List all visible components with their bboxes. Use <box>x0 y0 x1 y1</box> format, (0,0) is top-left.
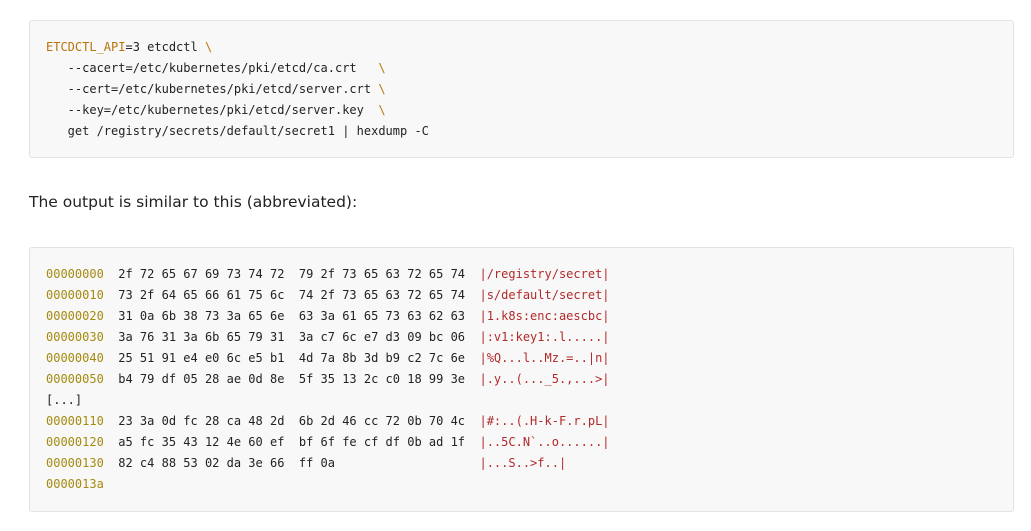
hexdump-bytes: 2f 72 65 67 69 73 74 72 79 2f 73 65 63 7… <box>103 267 480 281</box>
command-code-block: ETCDCTL_API=3 etcdctl \ --cacert=/etc/ku… <box>29 20 1014 158</box>
command-arg-cacert: --cacert=/etc/kubernetes/pki/etcd/ca.crt <box>46 61 379 75</box>
hexdump-ascii: |#:..(.H-k-F.r.pL| <box>479 414 610 428</box>
hexdump-row: 00000000 2f 72 65 67 69 73 74 72 79 2f 7… <box>46 264 610 285</box>
hexdump-ascii: |s/default/secret| <box>479 288 610 302</box>
env-variable-value: =3 etcdctl <box>125 40 205 54</box>
hexdump-final-offset-row: 0000013a <box>46 474 610 495</box>
hexdump-bytes: 31 0a 6b 38 73 3a 65 6e 63 3a 61 65 73 6… <box>103 309 480 323</box>
hexdump-address: 00000020 <box>46 309 104 323</box>
command-line-2: --cacert=/etc/kubernetes/pki/etcd/ca.crt… <box>46 58 429 79</box>
hexdump-ascii: |.y..(..._5.,...>| <box>479 372 610 386</box>
line-continuation: \ <box>204 40 213 54</box>
hexdump-ellipsis: [...] <box>46 393 83 407</box>
hexdump-address: 0000013a <box>46 477 104 491</box>
hexdump-row: 00000040 25 51 91 e4 e0 6c e5 b1 4d 7a 8… <box>46 348 610 369</box>
command-line-4: --key=/etc/kubernetes/pki/etcd/server.ke… <box>46 100 429 121</box>
output-description: The output is similar to this (abbreviat… <box>29 193 358 211</box>
hexdump-ascii: |:v1:key1:.l.....| <box>479 330 610 344</box>
hexdump-bytes: 23 3a 0d fc 28 ca 48 2d 6b 2d 46 cc 72 0… <box>103 414 480 428</box>
hexdump-address: 00000030 <box>46 330 104 344</box>
hexdump-row: 00000050 b4 79 df 05 28 ae 0d 8e 5f 35 1… <box>46 369 610 390</box>
command-arg-key: --key=/etc/kubernetes/pki/etcd/server.ke… <box>46 103 379 117</box>
hexdump-output: 00000000 2f 72 65 67 69 73 74 72 79 2f 7… <box>46 264 610 495</box>
hexdump-ellipsis-row: [...] <box>46 390 610 411</box>
command-code: ETCDCTL_API=3 etcdctl \ --cacert=/etc/ku… <box>46 37 429 142</box>
hexdump-row: 00000120 a5 fc 35 43 12 4e 60 ef bf 6f f… <box>46 432 610 453</box>
hexdump-address: 00000040 <box>46 351 104 365</box>
hexdump-address: 00000130 <box>46 456 104 470</box>
hexdump-bytes: b4 79 df 05 28 ae 0d 8e 5f 35 13 2c c0 1… <box>103 372 480 386</box>
hexdump-bytes: 82 c4 88 53 02 da 3e 66 ff 0a <box>103 456 480 470</box>
hexdump-bytes: 3a 76 31 3a 6b 65 79 31 3a c7 6c e7 d3 0… <box>103 330 480 344</box>
hexdump-bytes: 25 51 91 e4 e0 6c e5 b1 4d 7a 8b 3d b9 c… <box>103 351 480 365</box>
hexdump-row: 00000110 23 3a 0d fc 28 ca 48 2d 6b 2d 4… <box>46 411 610 432</box>
hexdump-ascii: |..5C.N`..o......| <box>479 435 610 449</box>
hexdump-ascii: |%Q...l..Mz.=..|n| <box>479 351 610 365</box>
hexdump-row: 00000010 73 2f 64 65 66 61 75 6c 74 2f 7… <box>46 285 610 306</box>
command-arg-cert: --cert=/etc/kubernetes/pki/etcd/server.c… <box>46 82 379 96</box>
hexdump-address: 00000050 <box>46 372 104 386</box>
env-variable: ETCDCTL_API <box>46 40 126 54</box>
hexdump-row: 00000130 82 c4 88 53 02 da 3e 66 ff 0a |… <box>46 453 610 474</box>
hexdump-bytes: a5 fc 35 43 12 4e 60 ef bf 6f fe cf df 0… <box>103 435 480 449</box>
line-continuation: \ <box>378 103 386 117</box>
command-line-5: get /registry/secrets/default/secret1 | … <box>46 121 429 142</box>
hexdump-ascii: |...S..>f..| <box>479 456 567 470</box>
hexdump-bytes: 73 2f 64 65 66 61 75 6c 74 2f 73 65 63 7… <box>103 288 480 302</box>
command-line-1: ETCDCTL_API=3 etcdctl \ <box>46 37 429 58</box>
hexdump-ascii: |1.k8s:enc:aescbc| <box>479 309 610 323</box>
hexdump-address: 00000120 <box>46 435 104 449</box>
line-continuation: \ <box>378 82 386 96</box>
hexdump-address: 00000000 <box>46 267 104 281</box>
output-code-block: 00000000 2f 72 65 67 69 73 74 72 79 2f 7… <box>29 247 1014 512</box>
line-continuation: \ <box>378 61 386 75</box>
command-line-3: --cert=/etc/kubernetes/pki/etcd/server.c… <box>46 79 429 100</box>
hexdump-address: 00000010 <box>46 288 104 302</box>
command-get: get /registry/secrets/default/secret1 | … <box>46 124 429 138</box>
hexdump-ascii: |/registry/secret| <box>479 267 610 281</box>
hexdump-row: 00000030 3a 76 31 3a 6b 65 79 31 3a c7 6… <box>46 327 610 348</box>
hexdump-row: 00000020 31 0a 6b 38 73 3a 65 6e 63 3a 6… <box>46 306 610 327</box>
hexdump-address: 00000110 <box>46 414 104 428</box>
